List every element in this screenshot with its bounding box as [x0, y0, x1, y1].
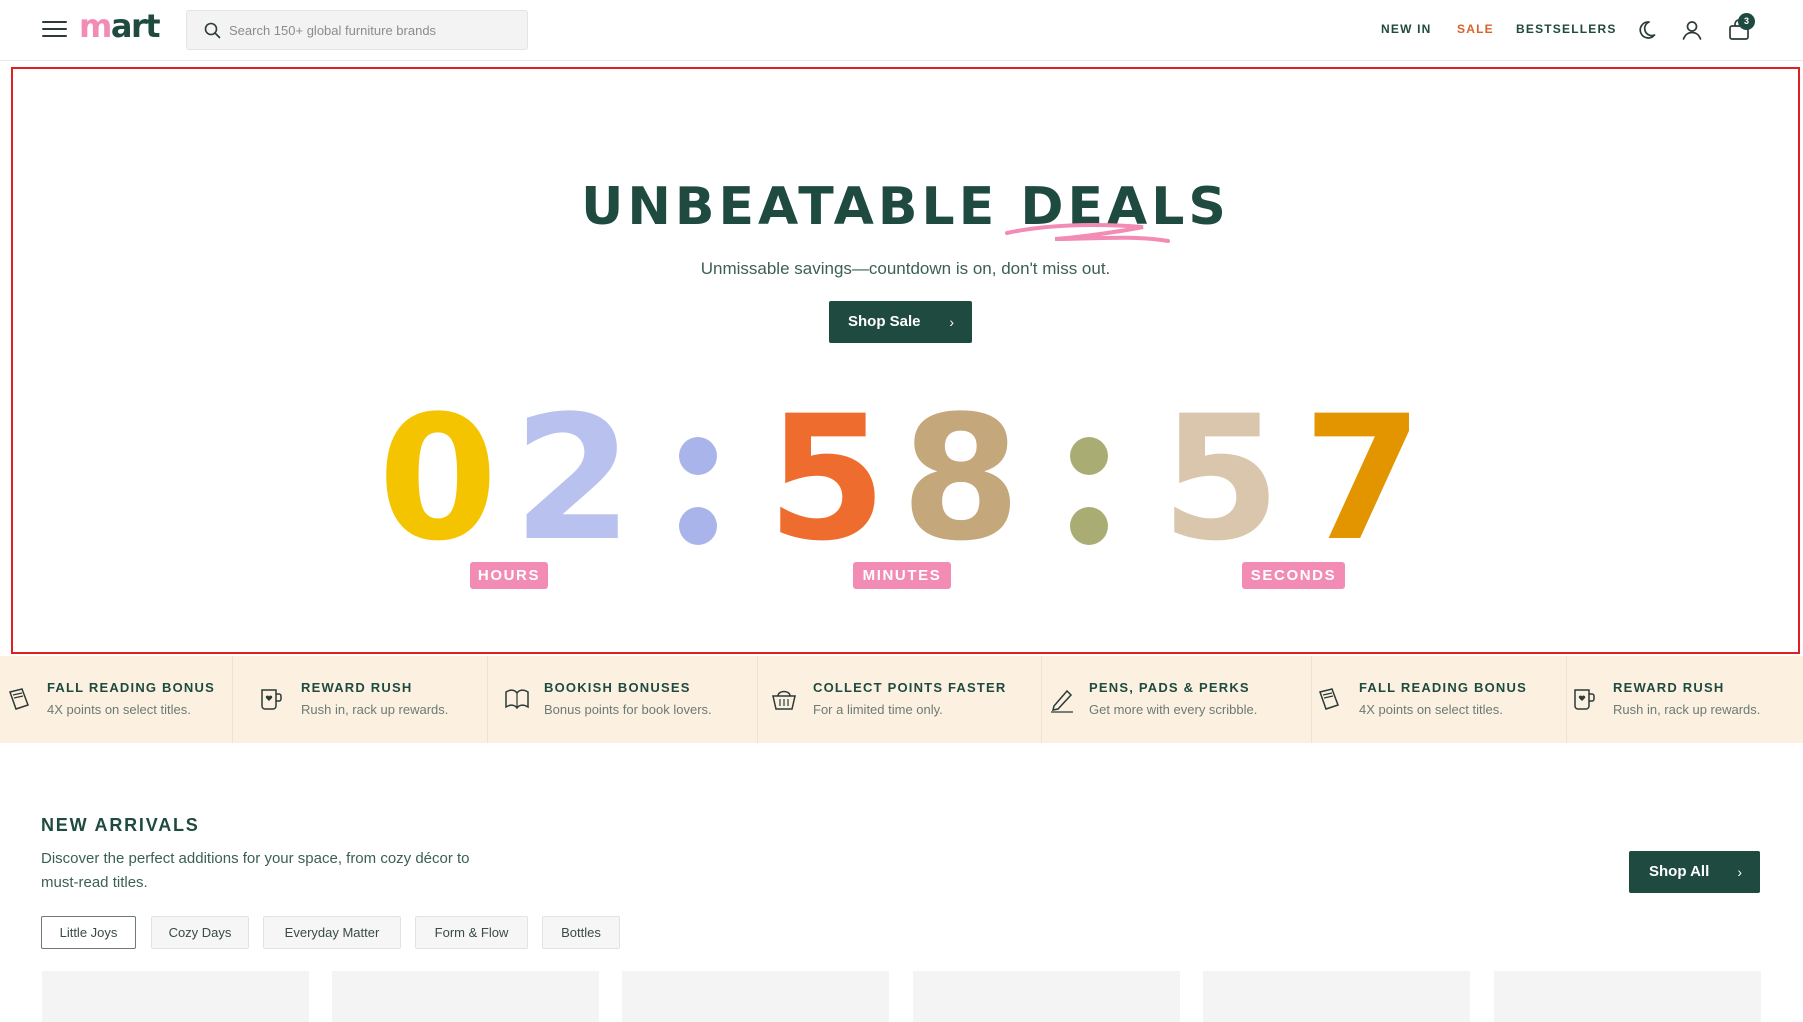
minutes-digit-1: 5 [767, 378, 887, 579]
hero-subtitle: Unmissable savings—countdown is on, don'… [700, 259, 1111, 278]
shop-sale-label: Shop Sale [848, 313, 921, 330]
search-input[interactable] [229, 11, 519, 49]
book-icon [1319, 688, 1339, 710]
nav-new-in[interactable]: NEW IN [1381, 22, 1432, 36]
chevron-right-icon: › [949, 314, 954, 330]
promo-title: FALL READING BONUS [1359, 680, 1527, 695]
filter-little-joys[interactable]: Little Joys [41, 916, 136, 949]
promo-desc: Rush in, rack up rewards. [1613, 702, 1761, 717]
promo-item[interactable]: REWARD RUSH Rush in, rack up rewards. [233, 656, 488, 743]
menu-icon[interactable] [42, 20, 67, 38]
cart-count-badge: 3 [1738, 13, 1755, 30]
promo-title: BOOKISH BONUSES [544, 680, 691, 695]
filter-cozy-days[interactable]: Cozy Days [151, 916, 249, 949]
pen-icon [1051, 689, 1073, 713]
promo-item[interactable]: REWARD RUSH Rush in, rack up rewards. [1567, 656, 1803, 743]
moon-icon[interactable] [1634, 18, 1658, 42]
basket-icon [772, 690, 796, 710]
promo-desc: Bonus points for book lovers. [544, 702, 712, 717]
logo-m: m [79, 7, 112, 45]
product-card[interactable] [332, 971, 599, 1022]
hours-digit-2: 2 [513, 378, 633, 579]
product-card[interactable] [913, 971, 1180, 1022]
scribble-underline-icon [1005, 223, 1170, 243]
minutes-label: MINUTES [853, 562, 951, 589]
rewards-promo-strip: FALL READING BONUS 4X points on select t… [0, 656, 1803, 743]
product-card[interactable] [622, 971, 889, 1022]
sale-hero: UNBEATABLE DEALS Unmissable savings—coun… [11, 67, 1800, 654]
seconds-digit-2: 7 [1303, 378, 1423, 579]
minutes-digit-2: 8 [901, 378, 1021, 579]
nav-bestsellers[interactable]: BESTSELLERS [1516, 22, 1617, 36]
countdown-colon-1 [679, 437, 717, 577]
open-book-icon [505, 689, 529, 710]
user-icon[interactable] [1680, 18, 1704, 42]
promo-title: REWARD RUSH [1613, 680, 1725, 695]
promo-title: COLLECT POINTS FASTER [813, 680, 1007, 695]
shop-all-label: Shop All [1649, 863, 1710, 880]
promo-item[interactable]: COLLECT POINTS FASTER For a limited time… [758, 656, 1042, 743]
search-icon [204, 22, 221, 39]
logo-text: art [110, 7, 161, 45]
hours-digit-1: 0 [378, 378, 498, 579]
promo-desc: 4X points on select titles. [47, 702, 191, 717]
promo-title: REWARD RUSH [301, 680, 413, 695]
promo-title: FALL READING BONUS [47, 680, 215, 695]
countdown-colon-2 [1070, 437, 1108, 577]
promo-title: PENS, PADS & PERKS [1089, 680, 1250, 695]
logo[interactable]: mart [79, 7, 161, 45]
search-bar[interactable] [186, 10, 528, 50]
promo-desc: For a limited time only. [813, 702, 943, 717]
nav-sale[interactable]: SALE [1457, 22, 1494, 36]
promo-item[interactable]: BOOKISH BONUSES Bonus points for book lo… [488, 656, 758, 743]
hero-title: UNBEATABLE DEALS [13, 177, 1798, 237]
promo-item[interactable]: PENS, PADS & PERKS Get more with every s… [1042, 656, 1312, 743]
new-arrivals-title: NEW ARRIVALS [41, 815, 200, 835]
filter-form-and-flow[interactable]: Form & Flow [415, 916, 528, 949]
product-card[interactable] [42, 971, 309, 1022]
hours-label: HOURS [470, 562, 548, 589]
product-card[interactable] [1203, 971, 1470, 1022]
promo-desc: Get more with every scribble. [1089, 702, 1258, 717]
book-icon [9, 688, 29, 710]
promo-desc: Rush in, rack up rewards. [301, 702, 449, 717]
seconds-digit-1: 5 [1161, 378, 1281, 579]
promo-item[interactable]: FALL READING BONUS 4X points on select t… [1312, 656, 1567, 743]
hero-title-part1: UNBEATABLE [581, 177, 1021, 237]
mug-icon [261, 689, 282, 710]
filter-everyday-matter[interactable]: Everyday Matter [263, 916, 401, 949]
new-arrivals-desc: Discover the perfect additions for your … [41, 850, 470, 891]
site-header: mart NEW IN SALE BESTSELLERS 3 [0, 0, 1803, 61]
promo-item[interactable]: FALL READING BONUS 4X points on select t… [0, 656, 233, 743]
mug-icon [1574, 689, 1595, 710]
chevron-right-icon: › [1737, 864, 1742, 880]
shop-sale-button[interactable]: Shop Sale › [829, 301, 972, 343]
product-card[interactable] [1494, 971, 1761, 1022]
seconds-label: SECONDS [1242, 562, 1345, 589]
promo-desc: 4X points on select titles. [1359, 702, 1503, 717]
filter-bottles[interactable]: Bottles [542, 916, 620, 949]
shop-all-button[interactable]: Shop All › [1629, 851, 1760, 893]
